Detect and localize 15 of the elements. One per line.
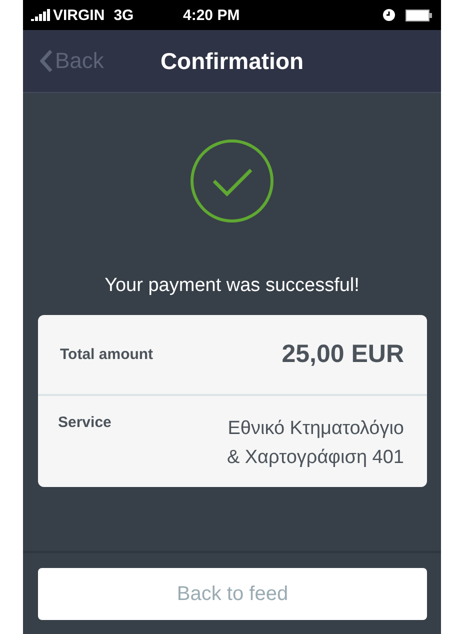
clock-time: 4:20 PM bbox=[183, 6, 240, 24]
clock-icon bbox=[383, 9, 395, 21]
success-message: Your payment was successful! bbox=[104, 275, 360, 297]
carrier-name: VIRGIN bbox=[53, 6, 105, 24]
screen-title: Confirmation bbox=[160, 48, 304, 74]
chevron-left-icon bbox=[39, 49, 53, 73]
battery-icon bbox=[405, 8, 433, 22]
signal-icon bbox=[31, 9, 51, 21]
detail-value: Εθνικό Κτηματολόγιο & Χαρτογράφιση 401 bbox=[226, 416, 404, 470]
detail-label: Total amount bbox=[60, 346, 154, 363]
detail-label: Service bbox=[58, 414, 112, 431]
detail-value: 25,00 EUR bbox=[282, 339, 404, 370]
back-to-feed-button[interactable]: Back to feed bbox=[38, 568, 427, 620]
network-type: 3G bbox=[114, 6, 134, 24]
success-check-icon bbox=[190, 139, 274, 223]
